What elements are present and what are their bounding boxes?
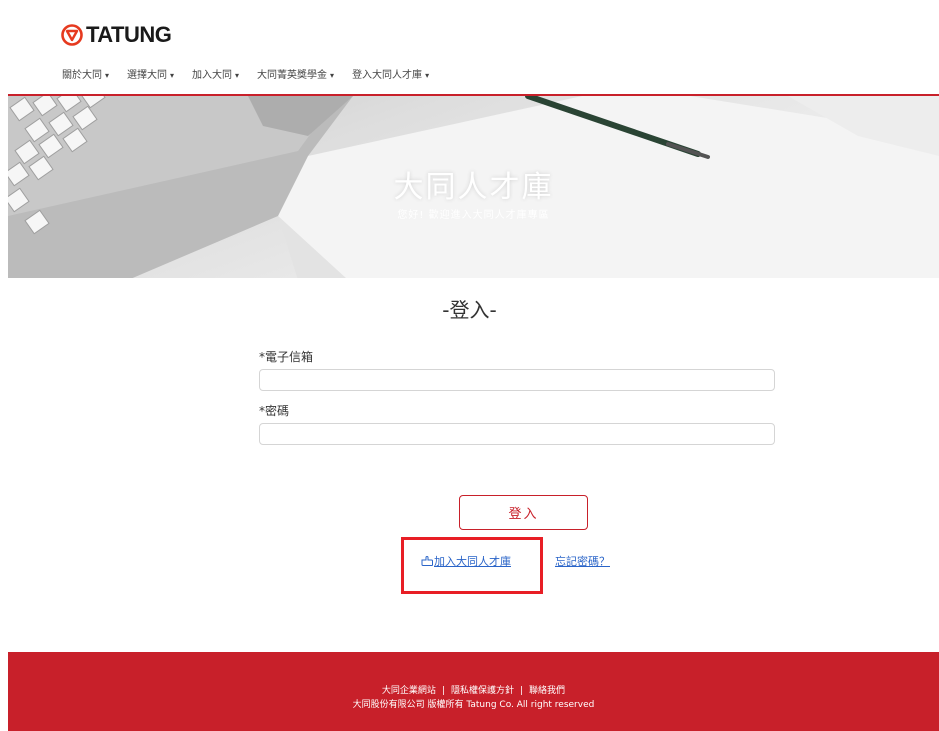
caret-down-icon: ▾	[105, 71, 110, 80]
footer-link-corporate[interactable]: 大同企業網站	[382, 686, 436, 696]
email-label: *電子信箱	[259, 350, 314, 364]
pointing-hand-icon	[421, 556, 433, 566]
forgot-password-link[interactable]: 忘記密碼？	[555, 553, 610, 569]
caret-down-icon: ▾	[235, 71, 240, 80]
hero-subtitle: 您好! 歡迎進入大同人才庫專區	[397, 210, 550, 221]
footer-link-privacy[interactable]: 隱私權保護方針	[451, 686, 514, 696]
nav-item-talent-login[interactable]: 登入大同人才庫 ▾	[352, 66, 429, 81]
nav-item-label: 加入大同	[192, 70, 233, 81]
footer-separator: |	[520, 686, 524, 696]
password-field[interactable]	[259, 423, 775, 445]
page: TATUNG 關於大同 ▾ 選擇大同 ▾ 加入大同 ▾ 大同菁英獎學金 ▾ 登入大同人才…	[0, 0, 939, 731]
join-talent-pool-link[interactable]: 加入大同人才庫	[421, 553, 511, 569]
caret-down-icon: ▾	[330, 71, 335, 80]
nav-item-about[interactable]: 關於大同 ▾	[62, 66, 109, 81]
caret-down-icon: ▾	[425, 71, 430, 80]
login-button[interactable]: 登入	[459, 495, 588, 530]
tatung-logo-icon	[61, 24, 83, 46]
nav-item-label: 關於大同	[62, 70, 102, 81]
nav-item-join[interactable]: 加入大同 ▾	[192, 66, 239, 81]
tatung-logo[interactable]: TATUNG	[61, 22, 172, 48]
nav-item-choose[interactable]: 選擇大同 ▾	[127, 66, 174, 81]
nav-item-label: 登入大同人才庫	[352, 70, 423, 81]
nav-item-label: 大同菁英獎學金	[257, 70, 328, 81]
site-footer: 大同企業網站 | 隱私權保護方針 | 聯絡我們 大同股份有限公司 版權所有 Tatung…	[8, 652, 939, 731]
logo-text: TATUNG	[86, 22, 172, 47]
login-title: -登入-	[442, 298, 497, 322]
email-field[interactable]	[259, 369, 775, 391]
hero-banner: 大同人才庫 您好! 歡迎進入大同人才庫專區	[8, 94, 939, 278]
footer-copyright: 大同股份有限公司 版權所有 Tatung Co. All right reser…	[352, 700, 595, 710]
main-nav: 關於大同 ▾ 選擇大同 ▾ 加入大同 ▾ 大同菁英獎學金 ▾ 登入大同人才庫 ▾	[62, 66, 447, 81]
join-link-label: 加入大同人才庫	[434, 555, 511, 568]
password-label: *密碼	[259, 404, 290, 418]
nav-item-label: 選擇大同	[127, 70, 168, 81]
footer-links: 大同企業網站 | 隱私權保護方針 | 聯絡我們	[8, 683, 939, 696]
caret-down-icon: ▾	[170, 71, 175, 80]
footer-separator: |	[441, 686, 445, 696]
nav-item-scholarship[interactable]: 大同菁英獎學金 ▾	[257, 66, 334, 81]
hero-title: 大同人才庫	[393, 170, 554, 205]
site-header: TATUNG 關於大同 ▾ 選擇大同 ▾ 加入大同 ▾ 大同菁英獎學金 ▾ 登入大同人才…	[8, 0, 939, 96]
footer-link-contact[interactable]: 聯絡我們	[529, 686, 565, 696]
